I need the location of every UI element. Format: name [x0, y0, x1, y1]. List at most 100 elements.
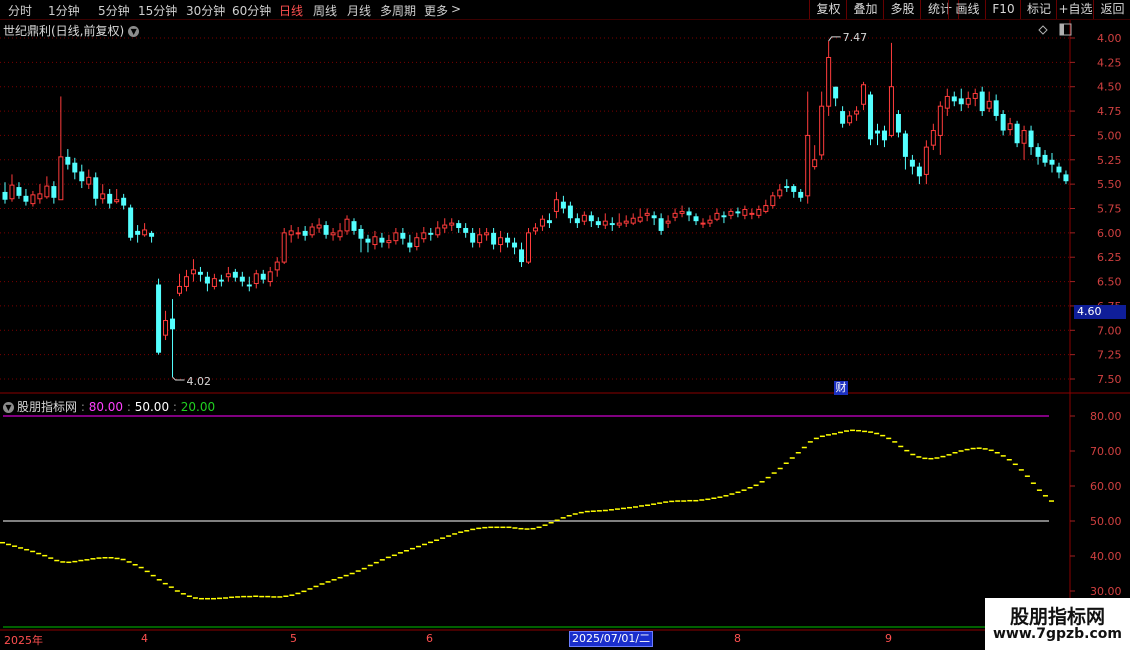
candle	[86, 169, 92, 190]
candle	[484, 227, 490, 241]
candle-body	[491, 232, 497, 245]
candle	[211, 273, 217, 290]
candle	[609, 217, 615, 231]
candle-body	[316, 224, 322, 229]
watermark: 股朋指标网 www.7gpzb.com	[985, 598, 1130, 650]
candle-body	[183, 276, 189, 287]
candle-body	[337, 230, 343, 238]
candle	[107, 189, 113, 209]
candle-body	[23, 195, 29, 202]
candle	[763, 199, 769, 214]
indicator-tick-label: 80.00	[1090, 410, 1122, 423]
candle-body	[519, 249, 525, 263]
candle-body	[379, 237, 385, 243]
candle-body	[749, 212, 755, 215]
candle-body	[1042, 154, 1048, 163]
candle-body	[44, 185, 50, 198]
candle-body	[232, 271, 238, 278]
candle	[854, 106, 860, 121]
candle-body	[937, 105, 943, 136]
indicator-oscillator-series	[0, 429, 1054, 600]
chart-canvas[interactable]: 7.507.257.006.756.506.256.005.755.505.25…	[0, 0, 1130, 650]
candle-body	[323, 225, 329, 235]
candle-body	[916, 166, 922, 177]
candle-body	[581, 214, 587, 222]
diamond-icon[interactable]	[1038, 25, 1048, 35]
candle-body	[344, 218, 350, 232]
maximize-icon-fill	[1060, 24, 1064, 35]
dropdown-icon[interactable]: ▼	[128, 26, 140, 37]
candle-body	[100, 193, 106, 200]
candle-body	[909, 159, 915, 167]
price-tick-label: 5.75	[1097, 203, 1122, 216]
candle-body	[93, 177, 99, 199]
candle	[246, 276, 252, 292]
candle-body	[965, 97, 971, 105]
candle-body	[951, 96, 957, 102]
candle-body	[309, 226, 315, 236]
candle-body	[163, 320, 169, 336]
indicator-value-20: 20.00	[180, 400, 216, 414]
price-markers: 7.47 4.02	[172, 31, 867, 388]
candle	[72, 157, 78, 180]
candle-body	[16, 187, 22, 196]
candle-body	[512, 242, 518, 248]
candle	[888, 42, 894, 138]
indicator-dropdown-icon[interactable]: ▼	[3, 402, 14, 413]
candle	[658, 213, 664, 235]
finance-badge[interactable]: 财	[834, 381, 848, 395]
candle-body	[484, 232, 490, 236]
candle	[316, 218, 322, 233]
candle	[337, 223, 343, 241]
candle	[588, 211, 594, 228]
candle-body	[993, 100, 999, 116]
candle	[861, 81, 867, 111]
candle-body	[428, 232, 434, 235]
cursor-date-label: 2025/07/01/二	[569, 631, 654, 647]
pane-corner-icons	[1038, 23, 1072, 36]
candle-body	[546, 220, 552, 224]
candle-body	[679, 210, 685, 214]
candle-body	[861, 84, 867, 105]
candle-body	[114, 199, 120, 203]
candle	[868, 91, 874, 146]
candle-body	[246, 284, 252, 287]
candle-body	[700, 222, 706, 225]
candle-body	[225, 273, 231, 278]
candle	[58, 96, 64, 201]
candle-body	[616, 222, 622, 226]
candle-body	[1035, 147, 1041, 157]
candle	[902, 130, 908, 170]
candle	[784, 179, 790, 192]
candle-body	[218, 279, 224, 282]
candle	[379, 232, 385, 248]
candle-body	[274, 261, 280, 271]
candle	[1049, 152, 1055, 173]
candle	[560, 195, 566, 214]
candle-body	[72, 162, 78, 173]
candle	[512, 237, 518, 255]
candle	[519, 242, 525, 267]
candle-body	[826, 56, 832, 107]
candle-body	[602, 220, 608, 226]
candle-body	[972, 93, 978, 99]
candle	[372, 230, 378, 250]
candle	[749, 208, 755, 220]
candle	[819, 91, 825, 160]
candle-body	[365, 238, 371, 243]
candle	[756, 205, 762, 219]
candle-body	[128, 207, 134, 238]
candle-body	[791, 186, 797, 192]
candle-body	[735, 211, 741, 214]
candle	[665, 215, 671, 228]
candle	[274, 257, 280, 277]
candle	[65, 149, 71, 170]
indicator-tick-label: 40.00	[1090, 550, 1122, 563]
candle	[1063, 170, 1069, 185]
price-tick-label: 4.25	[1097, 56, 1122, 69]
candle	[344, 215, 350, 235]
candle-body	[847, 115, 853, 124]
candle	[288, 225, 294, 243]
candle-body	[142, 229, 148, 236]
candle	[114, 189, 120, 204]
